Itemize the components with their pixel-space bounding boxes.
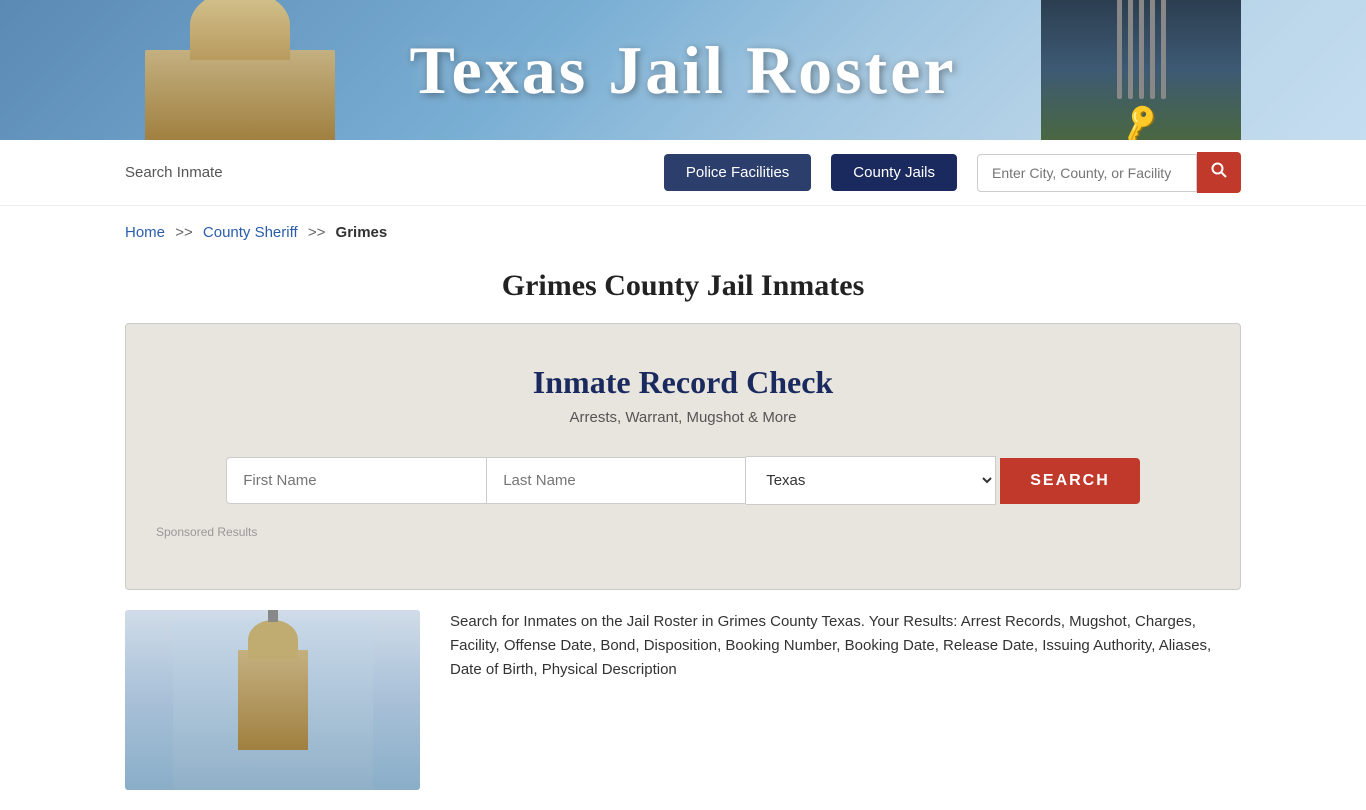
county-jails-button[interactable]: County Jails — [831, 154, 957, 191]
sponsored-label: Sponsored Results — [156, 525, 1210, 539]
header-banner: Texas Jail Roster 🔑 — [0, 0, 1366, 140]
nav-bar: Search Inmate Police Facilities County J… — [0, 140, 1366, 206]
page-title: Grimes County Jail Inmates — [0, 269, 1366, 303]
bottom-description: Search for Inmates on the Jail Roster in… — [450, 610, 1241, 682]
inmate-search-button[interactable]: SEARCH — [1000, 458, 1140, 504]
header-right-image: 🔑 — [1041, 0, 1241, 140]
search-inmate-label: Search Inmate — [125, 164, 223, 181]
breadcrumb-county-sheriff[interactable]: County Sheriff — [203, 224, 298, 241]
facility-search-group — [977, 152, 1241, 193]
breadcrumb-current: Grimes — [336, 224, 388, 241]
breadcrumb-sep2: >> — [308, 224, 326, 241]
bottom-image — [125, 610, 420, 790]
facility-search-button[interactable] — [1197, 152, 1241, 193]
police-facilities-button[interactable]: Police Facilities — [664, 154, 811, 191]
bottom-section: Search for Inmates on the Jail Roster in… — [0, 590, 1366, 810]
facility-search-input[interactable] — [977, 154, 1197, 192]
state-select[interactable]: AlabamaAlaskaArizonaArkansasCaliforniaCo… — [746, 456, 996, 505]
breadcrumb-sep1: >> — [175, 224, 193, 241]
search-icon — [1211, 162, 1227, 178]
site-title: Texas Jail Roster — [409, 31, 956, 110]
inmate-search-form: AlabamaAlaskaArizonaArkansasCaliforniaCo… — [156, 456, 1210, 505]
first-name-input[interactable] — [226, 457, 486, 504]
inmate-search-section: Inmate Record Check Arrests, Warrant, Mu… — [125, 323, 1241, 590]
breadcrumb: Home >> County Sheriff >> Grimes — [0, 206, 1366, 259]
inmate-search-heading: Inmate Record Check — [156, 364, 1210, 401]
inmate-search-subtitle: Arrests, Warrant, Mugshot & More — [156, 409, 1210, 426]
breadcrumb-home[interactable]: Home — [125, 224, 165, 241]
last-name-input[interactable] — [486, 457, 746, 504]
